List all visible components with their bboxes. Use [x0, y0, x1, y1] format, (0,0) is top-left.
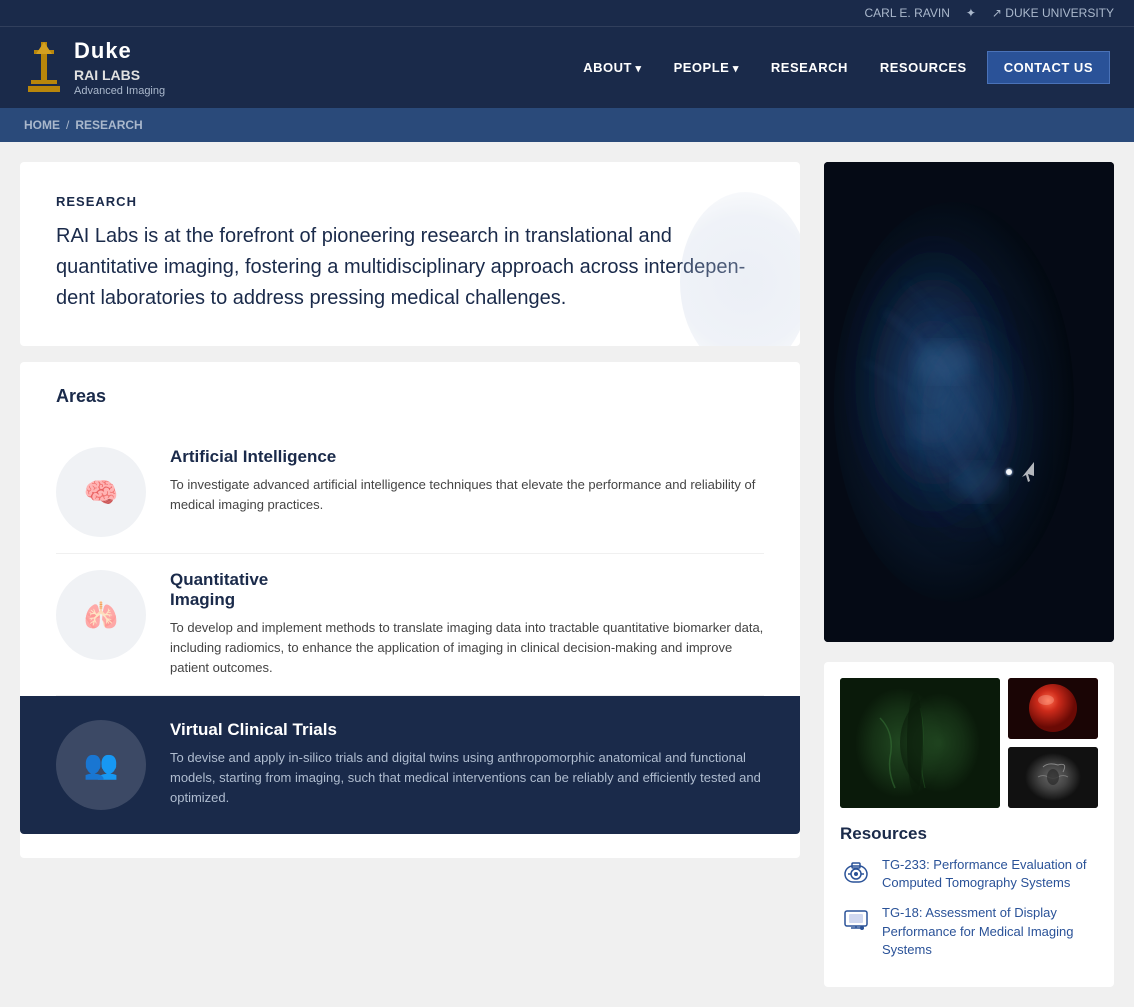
vct-name: Virtual Clinical Trials [170, 720, 764, 740]
nav-people[interactable]: PEOPLE [662, 52, 751, 83]
resource-2-text[interactable]: TG-18: Assessment of Display Performance… [882, 904, 1098, 959]
mammogram-image [824, 162, 1114, 642]
ai-name: Artificial Intelligence [170, 447, 764, 467]
breadcrumb: HOME / RESEARCH [24, 118, 1110, 132]
lung-ct-image [840, 678, 1000, 808]
qi-icon-circle: 🫁 [56, 570, 146, 660]
small-images-row [840, 678, 1098, 808]
research-section-label: RESEARCH [56, 194, 764, 209]
area-item-vct: 👥 Virtual Clinical Trials To devise and … [20, 696, 800, 834]
nav-resources[interactable]: RESOURCES [868, 52, 979, 83]
area-item-ai: 🧠 Artificial Intelligence To investigate… [56, 431, 764, 554]
ai-icon-circle: 🧠 [56, 447, 146, 537]
rai-labs-name: RAI LABS [74, 66, 165, 84]
breadcrumb-current: RESEARCH [75, 118, 142, 132]
carl-ravin-link[interactable]: CARL E. RAVIN [865, 6, 950, 20]
breadcrumb-bar: HOME / RESEARCH [0, 108, 1134, 142]
research-description: RAI Labs is at the forefront of pioneeri… [56, 221, 764, 314]
vct-content: Virtual Clinical Trials To devise and ap… [170, 720, 764, 808]
brain-icon: 🧠 [84, 476, 119, 509]
display-icon [840, 904, 872, 936]
brain-mri-image [1008, 747, 1098, 808]
research-intro-card: RESEARCH RAI Labs is at the forefront of… [20, 162, 800, 346]
lungs-icon: 🫁 [84, 599, 119, 632]
breadcrumb-home[interactable]: HOME [24, 118, 60, 132]
nav-research[interactable]: RESEARCH [759, 52, 860, 83]
top-bar: CARL E. RAVIN ✦ ↗ DUKE UNIVERSITY [0, 0, 1134, 26]
qi-description: To develop and implement methods to tran… [170, 618, 764, 678]
top-bar-separator: ✦ [966, 6, 976, 20]
ai-content: Artificial Intelligence To investigate a… [170, 447, 764, 515]
main-nav: ABOUT PEOPLE RESEARCH RESOURCES CONTACT … [571, 51, 1110, 84]
area-item-qi: 🫁 QuantitativeImaging To develop and imp… [56, 554, 764, 695]
advanced-imaging-name: Advanced Imaging [74, 84, 165, 98]
duke-logo-icon [24, 40, 64, 95]
images-resources-card: Resources TG-233: Performance Evaluation… [824, 662, 1114, 987]
ct-icon [840, 856, 872, 888]
logo-area: Duke RAI LABS Advanced Imaging [24, 37, 165, 98]
breadcrumb-separator: / [66, 118, 69, 132]
duke-name: Duke [74, 37, 165, 66]
red-sphere-image [1008, 678, 1098, 739]
nav-about[interactable]: ABOUT [571, 52, 653, 83]
left-column: RESEARCH RAI Labs is at the forefront of… [20, 162, 800, 987]
qi-name: QuantitativeImaging [170, 570, 764, 610]
duke-university-link[interactable]: ↗ DUKE UNIVERSITY [992, 6, 1114, 20]
resource-1-text[interactable]: TG-233: Performance Evaluation of Comput… [882, 856, 1098, 892]
ai-description: To investigate advanced artificial intel… [170, 475, 764, 515]
header: Duke RAI LABS Advanced Imaging ABOUT PEO… [0, 26, 1134, 108]
people-icon: 👥 [84, 748, 119, 781]
small-images-right [1008, 678, 1098, 808]
main-layout: RESEARCH RAI Labs is at the forefront of… [0, 142, 1134, 1007]
resource-item-1[interactable]: TG-233: Performance Evaluation of Comput… [840, 856, 1098, 892]
right-column: Resources TG-233: Performance Evaluation… [824, 162, 1114, 987]
areas-card: Areas 🧠 Artificial Intelligence To inves… [20, 362, 800, 857]
vct-icon-circle: 👥 [56, 720, 146, 810]
areas-title: Areas [56, 386, 764, 407]
resources-title: Resources [840, 824, 1098, 844]
nav-contact[interactable]: CONTACT US [987, 51, 1110, 84]
vct-description: To devise and apply in-silico trials and… [170, 748, 764, 808]
resource-item-2[interactable]: TG-18: Assessment of Display Performance… [840, 904, 1098, 959]
logo-text: Duke RAI LABS Advanced Imaging [74, 37, 165, 98]
qi-content: QuantitativeImaging To develop and imple… [170, 570, 764, 678]
circle-decoration [680, 192, 800, 346]
